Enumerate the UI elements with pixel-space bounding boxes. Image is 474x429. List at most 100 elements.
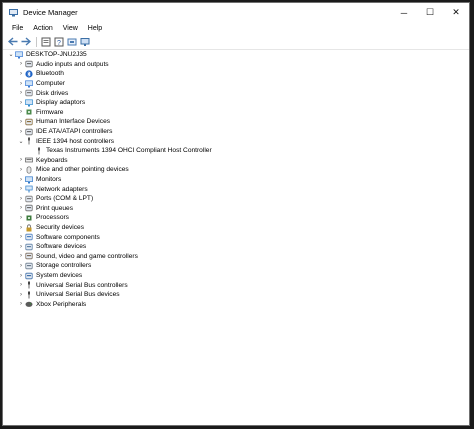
chevron-right-icon[interactable]: › (17, 127, 25, 136)
tree-category[interactable]: › Storage controllers (17, 261, 91, 271)
chevron-right-icon[interactable]: › (17, 300, 25, 309)
chevron-right-icon[interactable]: › (17, 194, 25, 203)
tree-category[interactable]: › Processors (17, 213, 69, 223)
tree-category[interactable]: › Monitors (17, 175, 61, 185)
system-icon (25, 272, 33, 280)
tree-category[interactable]: › Xbox Peripherals (17, 300, 86, 310)
computer-icon (25, 80, 33, 88)
speaker-icon (25, 60, 33, 68)
chevron-right-icon[interactable]: › (17, 165, 25, 174)
tree-item-label: Bluetooth (36, 70, 64, 78)
tree-category[interactable]: › Disk drives (17, 88, 68, 98)
chevron-right-icon[interactable]: › (17, 156, 25, 165)
chevron-right-icon[interactable]: › (17, 175, 25, 184)
tree-category[interactable]: › Network adapters (17, 184, 88, 194)
security-icon (25, 224, 33, 232)
chevron-right-icon[interactable]: › (17, 242, 25, 251)
controller-icon (25, 128, 33, 136)
svg-text:?: ? (57, 40, 61, 47)
chevron-right-icon[interactable]: › (17, 223, 25, 232)
device-tree: ⌄ DESKTOP-JNU2J35 › Audio inputs and output… (3, 50, 469, 425)
xbox-icon (25, 300, 33, 308)
tree-item-label: Ports (COM & LPT) (36, 195, 94, 203)
tree-category[interactable]: ⌄ IEEE 1394 host controllers (17, 136, 114, 146)
chevron-right-icon[interactable]: › (17, 79, 25, 88)
tree-category[interactable]: › Mice and other pointing devices (17, 165, 129, 175)
chevron-right-icon[interactable]: › (17, 213, 25, 222)
help-icon[interactable]: ? (53, 36, 64, 47)
maximize-button[interactable]: ☐ (417, 3, 443, 22)
tree-item-label: IDE ATA/ATAPI controllers (36, 128, 113, 136)
hid-icon (25, 118, 33, 126)
monitor-icon[interactable] (79, 36, 90, 47)
menu-action[interactable]: Action (28, 25, 57, 32)
tree-category[interactable]: › IDE ATA/ATAPI controllers (17, 127, 112, 137)
chevron-right-icon[interactable]: › (17, 117, 25, 126)
usb-icon (25, 291, 33, 299)
tree-category[interactable]: › Security devices (17, 223, 84, 233)
tree-category[interactable]: › Computer (17, 79, 65, 89)
component-icon (25, 233, 33, 241)
tree-item-label: Security devices (36, 224, 85, 232)
menu-help[interactable]: Help (83, 25, 107, 32)
menu-file[interactable]: File (7, 25, 28, 32)
tree-item-label: Firmware (36, 108, 64, 116)
chevron-right-icon[interactable]: › (17, 98, 25, 107)
tree-category[interactable]: › Software devices (17, 242, 86, 252)
tree-category[interactable]: › Bluetooth (17, 69, 64, 79)
tree-item-label: Storage controllers (36, 262, 92, 270)
chevron-right-icon[interactable]: › (17, 252, 25, 261)
tree-category[interactable]: › Universal Serial Bus controllers (17, 280, 128, 290)
chevron-right-icon[interactable]: › (17, 185, 25, 194)
tree-category[interactable]: › Human Interface Devices (17, 117, 110, 127)
tree-category[interactable]: › Audio inputs and outputs (17, 60, 109, 70)
tree-item-label: Print queues (36, 204, 74, 212)
bluetooth-icon (25, 70, 33, 78)
device-manager-window: Device Manager ─ ☐ ✕ File Action View He… (2, 2, 470, 426)
chevron-right-icon[interactable]: › (17, 89, 25, 98)
tree-item-label: Software components (36, 233, 100, 241)
forward-icon[interactable] (20, 36, 31, 47)
properties-icon[interactable] (40, 36, 51, 47)
monitor-icon (25, 176, 33, 184)
title-bar[interactable]: Device Manager ─ ☐ ✕ (3, 3, 469, 22)
tree-device[interactable]: Texas Instruments 1394 OHCI Compliant Ho… (27, 146, 212, 156)
close-button[interactable]: ✕ (443, 3, 469, 22)
chevron-right-icon[interactable]: › (17, 233, 25, 242)
tree-category[interactable]: › Firmware (17, 108, 63, 118)
window-title: Device Manager (23, 8, 78, 17)
tree-category[interactable]: › Software components (17, 232, 100, 242)
chevron-right-icon[interactable]: › (17, 290, 25, 299)
minimize-button[interactable]: ─ (391, 3, 417, 22)
tree-category[interactable]: › Sound, video and game controllers (17, 252, 138, 262)
device-manager-icon (9, 8, 18, 17)
chevron-right-icon[interactable]: › (17, 69, 25, 78)
tree-category[interactable]: › Ports (COM & LPT) (17, 194, 93, 204)
tree-category[interactable]: › Display adaptors (17, 98, 85, 108)
tree-item-label: Keyboards (36, 156, 68, 164)
chevron-right-icon[interactable]: › (17, 204, 25, 213)
menu-view[interactable]: View (58, 25, 83, 32)
chevron-right-icon[interactable]: › (17, 108, 25, 117)
keyboard-icon (25, 156, 33, 164)
chevron-down-icon[interactable]: ⌄ (17, 137, 25, 146)
tree-root[interactable]: ⌄ DESKTOP-JNU2J35 (7, 50, 87, 60)
tree-item-label: Mice and other pointing devices (36, 166, 129, 174)
tree-category[interactable]: › Print queues (17, 204, 73, 214)
chevron-right-icon[interactable]: › (17, 60, 25, 69)
tree-item-label: Software devices (36, 243, 87, 251)
processor-icon (25, 214, 33, 222)
software-icon (25, 243, 33, 251)
back-icon[interactable] (7, 36, 18, 47)
disk-icon (25, 89, 33, 97)
chevron-right-icon[interactable]: › (17, 281, 25, 290)
chevron-right-icon[interactable]: › (17, 271, 25, 280)
scan-icon[interactable] (66, 36, 77, 47)
chevron-down-icon[interactable]: ⌄ (7, 50, 15, 59)
tree-category[interactable]: › Keyboards (17, 156, 68, 166)
tree-item-label: Texas Instruments 1394 OHCI Compliant Ho… (46, 147, 212, 155)
chevron-right-icon[interactable]: › (17, 261, 25, 270)
tree-category[interactable]: › Universal Serial Bus devices (17, 290, 120, 300)
port-icon (25, 195, 33, 203)
tree-category[interactable]: › System devices (17, 271, 82, 281)
